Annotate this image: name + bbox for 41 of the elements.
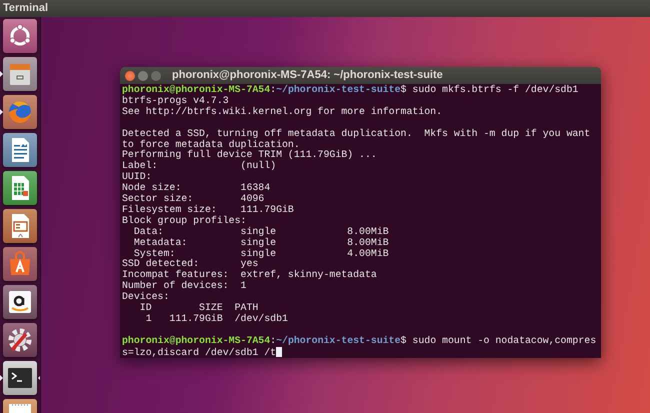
command-text: sudo mount -o nodatacow,compres [411,334,596,346]
launcher-item[interactable] [3,247,37,281]
terminal-output-line: Block group profiles: [122,216,248,226]
terminal-output-line: to force metadata duplication. [122,140,300,150]
minimize-button[interactable] [138,70,148,80]
terminal-output-line: Label: (null) [122,161,278,172]
globe-fox-icon [6,98,34,126]
prompt-symbol: $ [400,334,406,346]
terminal-output-line: btrfs-progs v4.7.3 [122,96,230,106]
prompt-user-host: phoronix@phoronix-MS-7A54 [122,334,270,346]
gear-wrench-icon [6,326,34,354]
terminal-output-line: Sector size: 4096 [122,194,266,204]
command-text: s=lzo,discard /dev/sdb1 /t [122,346,276,358]
prompt-colon: : [270,84,276,95]
terminal-output-line: Incompat features: extref, skinny-metadata [122,270,378,281]
terminal-output-line: Detected a SSD, turning off metadata duplication. Mkfs with -m dup if you want [122,128,592,140]
terminal-output-line: Filesystem size: 111.79GiB [122,204,295,216]
terminal-output-line: Number of devices: 1 [122,281,248,292]
terminal-output-line: SSD detected: yes [122,259,260,270]
terminal-output-line: Metadata: single 8.00MiB [132,238,390,248]
window-title: phoronix@phoronix-MS-7A54: ~/phoronix-test-suite [172,70,443,81]
terminal-output-line: ID SIZE PATH [138,303,260,314]
close-button[interactable] [125,70,135,80]
command-text: sudo mkfs.btrfs -f /dev/sdb1 [411,84,578,95]
prompt-path: ~/phoronix-test-suite [276,84,401,95]
terminal-output-line: Devices: [122,292,170,304]
terminal-output-line: Node size: 16384 [122,183,272,194]
terminal-output-line: System: single 4.00MiB [132,248,390,259]
prompt-symbol: $ [400,84,406,95]
terminal-output-line: Data: single 8.00MiB [132,226,390,238]
launcher-item[interactable] [3,361,37,395]
prompt-colon: : [270,334,276,346]
app-title: Terminal [3,3,48,14]
terminal-output-line: See http://btrfs.wiki.kernel.org for more information. [122,106,444,118]
prompt-user-host: phoronix@phoronix-MS-7A54 [122,84,270,95]
prompt-path: ~/phoronix-test-suite [276,334,401,346]
launcher-item[interactable] [3,323,37,357]
launcher-item[interactable] [3,285,37,319]
terminal-output-line: 1 111.79GiB /dev/sdb1 [144,314,289,325]
terminal-output-line: Performing full device TRIM (111.79GiB) ... [122,150,378,161]
terminal-output-line: UUID: [122,172,153,182]
